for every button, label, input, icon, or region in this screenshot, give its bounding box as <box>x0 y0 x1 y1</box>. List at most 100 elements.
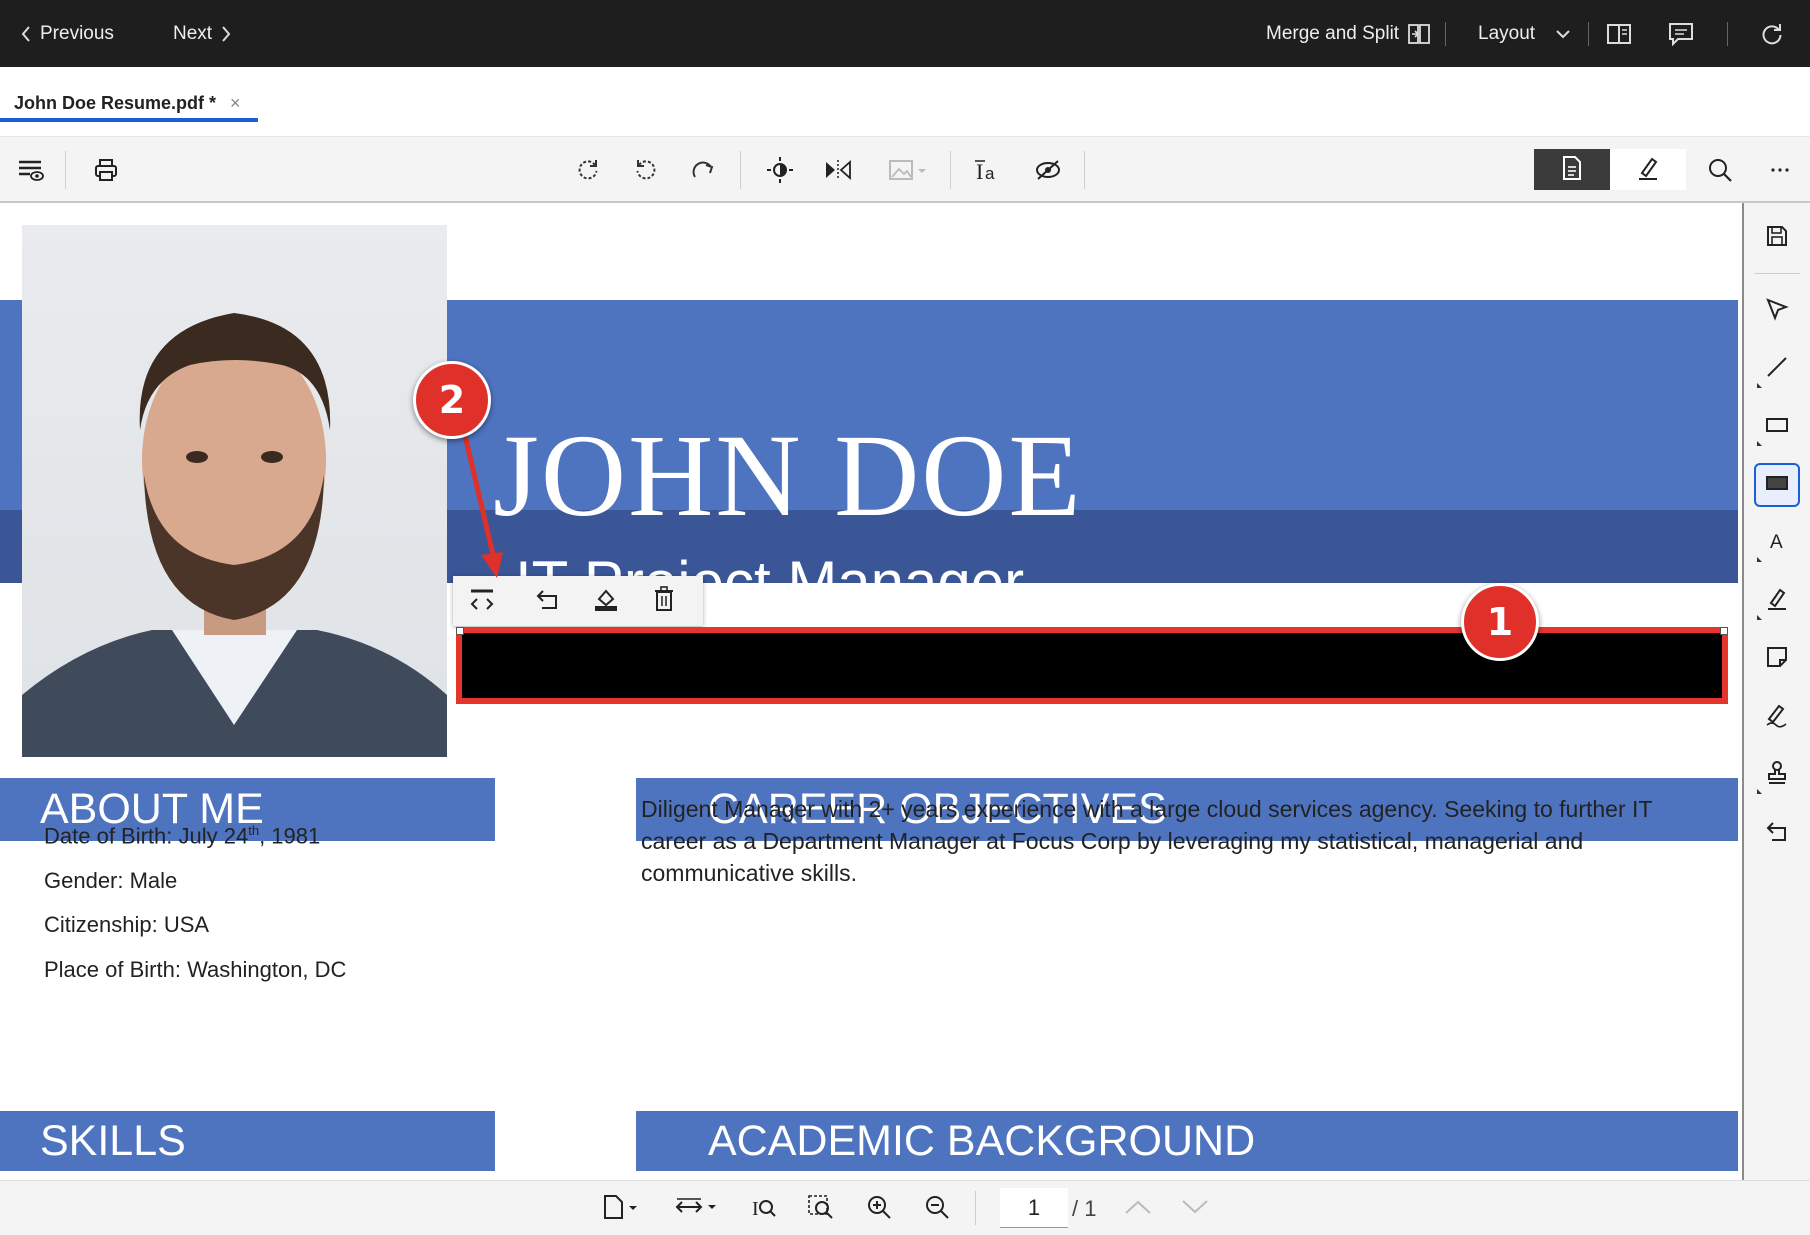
delete-redaction-button[interactable] <box>635 576 693 626</box>
dob-ordinal: th <box>248 823 260 838</box>
chevron-up-icon <box>1124 1199 1152 1219</box>
brightness-button[interactable] <box>760 137 800 203</box>
chevron-down-icon <box>1181 1199 1209 1219</box>
document-tab-title: John Doe Resume.pdf * <box>14 92 217 113</box>
signature-tool[interactable] <box>1744 692 1810 742</box>
highlighter-tool[interactable] <box>1744 576 1810 626</box>
flip-icon <box>824 158 852 182</box>
expand-indicator <box>1757 789 1762 794</box>
previous-label: Previous <box>40 22 114 44</box>
annotate-mode-button[interactable] <box>1610 149 1686 190</box>
text-zoom-button[interactable]: I <box>744 1181 784 1235</box>
select-arrow-icon <box>1765 297 1789 325</box>
page-icon <box>599 1193 639 1225</box>
bottom-toolbar: I 1 / 1 <box>0 1180 1810 1235</box>
comments-button[interactable] <box>1668 0 1694 67</box>
hide-button[interactable] <box>1028 137 1068 203</box>
zoom-in-icon <box>866 1194 892 1224</box>
chevron-left-icon <box>20 25 32 43</box>
merge-split-label: Merge and Split <box>1266 22 1400 44</box>
image-dropdown-button[interactable] <box>880 137 936 203</box>
about-item: Gender: Male <box>44 868 178 893</box>
callout-badge-1: 1 <box>1461 583 1539 661</box>
stamp-tool[interactable] <box>1744 750 1810 800</box>
previous-page-button[interactable] <box>1118 1181 1158 1235</box>
layout-label: Layout <box>1478 22 1536 44</box>
expand-indicator <box>1757 383 1762 388</box>
view-settings-icon <box>16 157 44 183</box>
brightness-icon <box>766 156 794 184</box>
marquee-zoom-button[interactable] <box>801 1181 841 1235</box>
highlighter-icon <box>1765 586 1789 616</box>
hide-icon <box>1034 158 1062 182</box>
redaction-floating-toolbar <box>453 576 703 626</box>
rotate-180-button[interactable] <box>684 137 724 203</box>
more-button[interactable] <box>1760 137 1800 203</box>
expand-indicator <box>1757 615 1762 620</box>
active-tab-indicator <box>0 118 258 122</box>
text-icon: A <box>1766 529 1788 557</box>
merge-split-icon <box>1407 22 1431 46</box>
more-icon <box>1770 167 1790 173</box>
resume-name: JOHN DOE <box>493 410 1083 541</box>
career-objective-text: Diligent Manager with 2+ years experienc… <box>641 796 1653 886</box>
save-button[interactable] <box>1744 213 1810 263</box>
undo-button[interactable] <box>1744 808 1810 858</box>
academic-heading: ACADEMIC BACKGROUND <box>636 1111 1738 1171</box>
refresh-button[interactable] <box>1760 0 1784 67</box>
print-button[interactable] <box>86 137 126 203</box>
apply-redaction-icon <box>468 587 496 615</box>
text-recognition-button[interactable]: Ia <box>968 137 1008 203</box>
fit-width-dropdown[interactable] <box>668 1181 724 1235</box>
resize-handle[interactable] <box>456 627 464 635</box>
document-viewer: JOHN DOE IT Project Manager ABOUT ME CAR… <box>0 203 1742 1180</box>
next-button[interactable]: Next <box>173 0 232 67</box>
sidebar-panel-icon <box>1606 23 1632 45</box>
previous-button[interactable]: Previous <box>20 0 114 67</box>
page-mode-button[interactable] <box>1534 149 1610 190</box>
merge-split-button[interactable]: Merge and Split <box>1266 0 1431 67</box>
undo-icon <box>1765 819 1789 847</box>
search-button[interactable] <box>1700 137 1740 203</box>
view-settings-button[interactable] <box>10 137 50 203</box>
page-number-input[interactable]: 1 <box>1000 1188 1068 1228</box>
expand-indicator <box>1757 557 1762 562</box>
fill-color-icon <box>593 586 619 616</box>
text-recognition-icon: Ia <box>974 157 1002 183</box>
print-icon <box>93 157 119 183</box>
layout-dropdown[interactable]: Layout <box>1478 0 1571 67</box>
rotate-counterclockwise-button[interactable] <box>626 137 666 203</box>
signature-icon <box>1764 702 1790 732</box>
svg-text:I: I <box>752 1198 759 1220</box>
rotate-clockwise-icon <box>575 157 601 183</box>
next-page-button[interactable] <box>1175 1181 1215 1235</box>
panel-toggle-button[interactable] <box>1606 0 1632 67</box>
resize-handle[interactable] <box>1720 627 1728 635</box>
redact-area-tool[interactable] <box>1744 460 1810 510</box>
top-bar: Previous Next Merge and Split Layout <box>0 0 1810 67</box>
dob-prefix: Date of Birth: July 24 <box>44 823 249 849</box>
flip-button[interactable] <box>818 137 858 203</box>
close-icon[interactable]: × <box>230 93 241 114</box>
page-total: / 1 <box>1072 1195 1097 1221</box>
undo-redaction-button[interactable] <box>519 576 577 626</box>
zoom-in-button[interactable] <box>859 1181 899 1235</box>
sticky-note-tool[interactable] <box>1744 634 1810 684</box>
zoom-out-button[interactable] <box>917 1181 957 1235</box>
sticky-note-icon <box>1765 645 1789 673</box>
apply-redaction-button[interactable] <box>453 576 511 626</box>
fit-width-icon <box>674 1195 718 1223</box>
redact-area-icon <box>1765 474 1789 496</box>
rotate-clockwise-button[interactable] <box>568 137 608 203</box>
profile-photo <box>22 225 447 757</box>
rectangle-tool[interactable] <box>1744 402 1810 452</box>
select-tool[interactable] <box>1744 286 1810 336</box>
line-tool[interactable] <box>1744 344 1810 394</box>
skills-heading: SKILLS <box>0 1111 495 1171</box>
text-tool[interactable]: A <box>1744 518 1810 568</box>
page-mode-icon <box>1561 155 1583 185</box>
fill-color-button[interactable] <box>577 576 635 626</box>
document-tab[interactable]: John Doe Resume.pdf * × <box>14 83 241 123</box>
zoom-text-icon: I <box>750 1194 778 1224</box>
page-options-dropdown[interactable] <box>594 1181 644 1235</box>
